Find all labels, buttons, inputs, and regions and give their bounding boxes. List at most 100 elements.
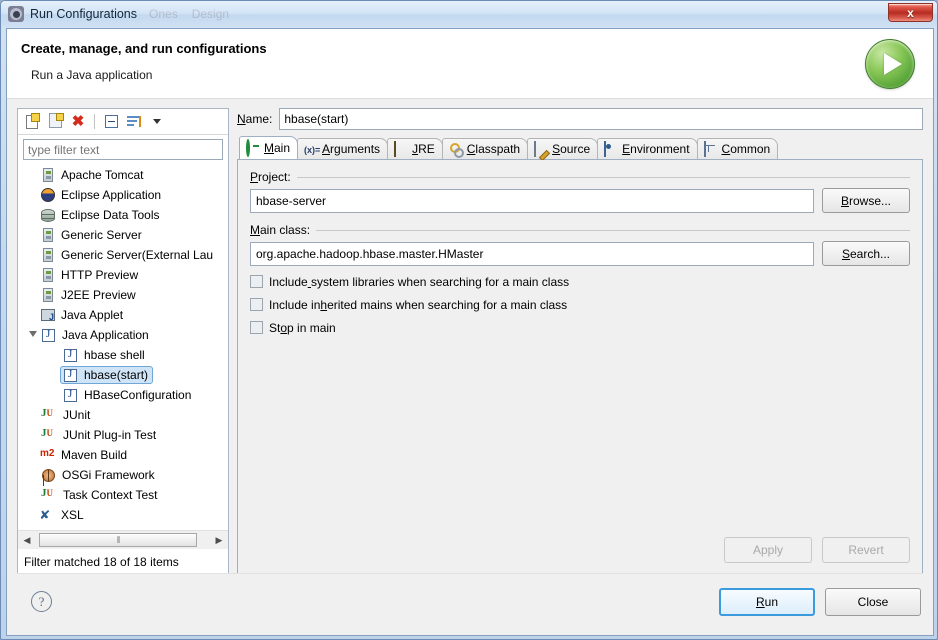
- tree-item-osgi-framework[interactable]: OSGi Framework: [18, 465, 228, 485]
- run-button[interactable]: Run: [719, 587, 815, 616]
- help-icon[interactable]: ?: [31, 591, 52, 612]
- main-class-field-row: Search...: [250, 241, 910, 266]
- window-close-button[interactable]: x: [888, 3, 933, 22]
- tree-item-task-context-test[interactable]: JU Task Context Test: [18, 485, 228, 505]
- run-configurations-window: Run Configurations Ones Design x Create,…: [0, 0, 938, 640]
- dialog-footer: ? Run Close: [17, 573, 923, 629]
- tree-item-java-application[interactable]: Java Application: [18, 325, 228, 345]
- chevron-down-icon[interactable]: [147, 112, 167, 132]
- expand-arrow-icon[interactable]: [26, 329, 40, 341]
- tab-source[interactable]: Source: [527, 138, 599, 159]
- tree-item-label: Apache Tomcat: [61, 168, 144, 182]
- gear-icon: [8, 6, 24, 22]
- dialog-header: Create, manage, and run configurations R…: [7, 29, 933, 99]
- tree-item-junit[interactable]: JU JUnit: [18, 405, 228, 425]
- tree-item-eclipse-data-tools[interactable]: Eclipse Data Tools: [18, 205, 228, 225]
- osgi-icon: [40, 467, 57, 484]
- browse-button[interactable]: Browse...: [822, 188, 910, 213]
- scrollbar-track[interactable]: [35, 532, 211, 548]
- tree-item-xsl[interactable]: ✘ XSL: [18, 505, 228, 525]
- java-icon: [62, 347, 79, 364]
- tab-main[interactable]: Main: [239, 136, 299, 159]
- checkbox-row-1[interactable]: Include system libraries when searching …: [250, 271, 910, 292]
- tree-item-label: J2EE Preview: [61, 288, 136, 302]
- tree-item-http-preview[interactable]: HTTP Preview: [18, 265, 228, 285]
- classpath-icon: [449, 142, 463, 156]
- tree-item-eclipse-application[interactable]: Eclipse Application: [18, 185, 228, 205]
- delete-icon[interactable]: ✖: [68, 112, 88, 132]
- close-button[interactable]: Close: [825, 587, 921, 616]
- search-input[interactable]: [23, 139, 223, 160]
- eclipse-icon: [40, 187, 56, 203]
- search-button[interactable]: Search...: [822, 241, 910, 266]
- tab-environment[interactable]: Environment: [597, 138, 698, 159]
- tree-item-hbase-start[interactable]: hbase(start): [18, 365, 228, 385]
- tab-jre[interactable]: JRE: [387, 138, 443, 159]
- green-play-icon: [865, 39, 915, 89]
- tree-item-maven-build[interactable]: m2 Maven Build: [18, 445, 228, 465]
- tree-item-content: hbase shell: [62, 347, 145, 364]
- tab-classpath[interactable]: Classpath: [441, 138, 529, 159]
- tree-item-content: hbase(start): [60, 366, 154, 384]
- tab-strip[interactable]: Main (x)= Arguments JRE Classpath Source Envir…: [237, 136, 923, 160]
- new-launch-configuration-icon[interactable]: [22, 112, 42, 132]
- scroll-right-arrow[interactable]: ▶: [211, 532, 227, 548]
- revert-button[interactable]: Revert: [822, 537, 910, 563]
- group-divider: [296, 176, 910, 178]
- checkbox-input[interactable]: [250, 298, 263, 311]
- server-icon: [40, 227, 56, 243]
- name-row: Name:: [237, 108, 923, 130]
- main-class-input[interactable]: [250, 241, 814, 266]
- name-input[interactable]: [279, 108, 923, 130]
- checkbox-input[interactable]: [250, 275, 263, 288]
- tree-item-junit-plug-in-test[interactable]: JU JUnit Plug-in Test: [18, 425, 228, 445]
- server-icon: [40, 247, 56, 263]
- checkbox-input[interactable]: [250, 321, 263, 334]
- tree-item-content: Java Application: [40, 327, 149, 344]
- common-icon: [703, 141, 718, 157]
- tab-common[interactable]: Common: [696, 138, 779, 159]
- tree-item-hbaseconfiguration[interactable]: HBaseConfiguration: [18, 385, 228, 405]
- tree-item-label: hbase shell: [84, 348, 145, 362]
- scroll-left-arrow[interactable]: ◀: [19, 532, 35, 548]
- tree-item-j2ee-preview[interactable]: J2EE Preview: [18, 285, 228, 305]
- checkbox-row-3[interactable]: Stop in main: [250, 317, 910, 338]
- filter-icon[interactable]: [124, 112, 144, 132]
- collapse-all-icon[interactable]: [101, 112, 121, 132]
- apply-button[interactable]: Apply: [724, 537, 812, 563]
- tree-item-content: Generic Server: [40, 227, 142, 243]
- tree-item-hbase-shell[interactable]: hbase shell: [18, 345, 228, 365]
- tab-label: JRE: [412, 142, 435, 156]
- tree-item-content: JU JUnit: [40, 406, 90, 424]
- xsl-icon: ✘: [39, 507, 51, 522]
- main-tab-panel: Project: Browse... Main class:: [237, 160, 923, 574]
- delete-glyph: ✖: [71, 113, 85, 130]
- tree-item-content: Apache Tomcat: [40, 167, 144, 183]
- toolbar-separator: [94, 114, 95, 129]
- checkbox-row-2[interactable]: Include inherited mains when searching f…: [250, 294, 910, 315]
- tree-item-label: HTTP Preview: [61, 268, 139, 282]
- tree-item-content: Java Applet: [40, 307, 123, 323]
- jre-icon: [394, 141, 408, 157]
- duplicate-icon[interactable]: [45, 112, 65, 132]
- footer-buttons: Run Close: [719, 587, 921, 616]
- tree-item-generic-server[interactable]: Generic Server: [18, 225, 228, 245]
- tree-item-label: HBaseConfiguration: [84, 388, 192, 402]
- configurations-tree[interactable]: Apache Tomcat Eclipse Application Eclipse …: [18, 163, 228, 530]
- scrollbar-thumb[interactable]: [39, 533, 197, 547]
- group-divider: [316, 229, 910, 231]
- configuration-editor-panel: Name: Main (x)=Arguments JRE Classpath Sourc…: [237, 108, 923, 574]
- project-input[interactable]: [250, 188, 814, 213]
- tree-item-apache-tomcat[interactable]: Apache Tomcat: [18, 165, 228, 185]
- tree-item-generic-server-external-lau[interactable]: Generic Server(External Lau: [18, 245, 228, 265]
- filter-box: [23, 139, 223, 160]
- tree-horizontal-scrollbar[interactable]: ◀ ▶: [18, 530, 228, 549]
- background-ghost-text: Ones Design: [149, 7, 229, 21]
- tree-item-label: Java Application: [62, 328, 149, 342]
- name-label-rest: ame:: [245, 112, 273, 126]
- tab-arguments[interactable]: (x)= Arguments: [297, 138, 389, 159]
- configurations-tree-panel: ✖ Apache Tomcat Eclipse Application Eclips…: [17, 108, 229, 574]
- name-label: Name:: [237, 112, 273, 126]
- tree-item-java-applet[interactable]: Java Applet: [18, 305, 228, 325]
- ghost-word-1: Ones: [149, 7, 178, 21]
